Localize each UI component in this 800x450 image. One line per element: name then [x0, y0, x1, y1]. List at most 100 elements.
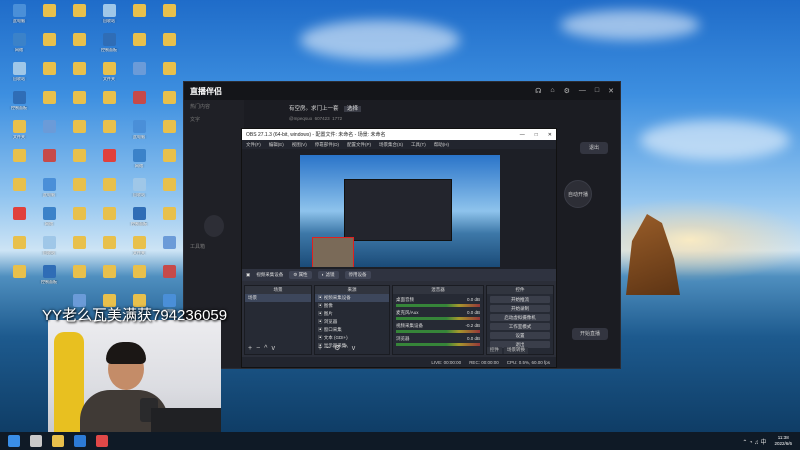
- preview-camera-source[interactable]: [312, 237, 354, 267]
- properties-button[interactable]: ⚙ 属性: [289, 271, 312, 279]
- desktop-icon[interactable]: [64, 4, 94, 34]
- desktop-icon[interactable]: 回收站: [34, 236, 64, 266]
- browser-icon[interactable]: [74, 435, 86, 447]
- desktop-icon[interactable]: [4, 149, 34, 179]
- desktop-icon[interactable]: 此电脑: [124, 120, 154, 150]
- desktop-icon[interactable]: 文件夹: [94, 62, 124, 92]
- desktop-icon[interactable]: [94, 265, 124, 295]
- desktop-icon[interactable]: [64, 207, 94, 237]
- source-item[interactable]: ▣ 窗口采集: [315, 326, 389, 334]
- source-item[interactable]: ▣ 文本 (GDI+): [315, 334, 389, 342]
- desktop-icon[interactable]: [64, 91, 94, 121]
- menu-item[interactable]: 文件(F): [246, 142, 261, 148]
- menu-item[interactable]: 配置文件(P): [347, 142, 371, 148]
- desktop-icon[interactable]: [64, 120, 94, 150]
- desktop-icon[interactable]: [94, 91, 124, 121]
- app-icon[interactable]: [96, 435, 108, 447]
- desktop-icon[interactable]: [94, 207, 124, 237]
- desktop-icon[interactable]: [154, 149, 184, 179]
- desktop-icon[interactable]: [154, 62, 184, 92]
- desktop-icon[interactable]: 控制面板: [94, 33, 124, 63]
- gift-icon[interactable]: ⌂: [550, 87, 554, 95]
- desktop-icon[interactable]: [34, 149, 64, 179]
- scene-item[interactable]: 场景: [245, 294, 311, 302]
- desktop-icon[interactable]: [34, 62, 64, 92]
- desktop-icon[interactable]: [4, 236, 34, 266]
- desktop-icon[interactable]: [34, 91, 64, 121]
- close-icon[interactable]: ✕: [608, 87, 614, 95]
- obs-preview[interactable]: [242, 149, 556, 269]
- desktop-icon[interactable]: [34, 33, 64, 63]
- desktop-icon[interactable]: [154, 207, 184, 237]
- control-button[interactable]: 开始推流: [490, 296, 550, 303]
- source-item[interactable]: ▣ 图片: [315, 310, 389, 318]
- desktop-icon[interactable]: [154, 265, 184, 295]
- clock[interactable]: 11:38 2022/6/6: [774, 435, 792, 447]
- desktop-icon[interactable]: [154, 4, 184, 34]
- desktop-icon[interactable]: [64, 236, 94, 266]
- search-icon[interactable]: [30, 435, 42, 447]
- auto-start-button[interactable]: 自动开播: [564, 180, 592, 208]
- control-button[interactable]: 开始录制: [490, 305, 550, 312]
- desktop-icon[interactable]: 网络: [34, 207, 64, 237]
- menu-item[interactable]: 帮助(H): [434, 142, 449, 148]
- minimize-icon[interactable]: —: [520, 132, 525, 138]
- desktop-icon[interactable]: 网络: [4, 33, 34, 63]
- tab-controls[interactable]: 控件: [487, 347, 502, 354]
- desktop-icon[interactable]: [64, 33, 94, 63]
- desktop-icon[interactable]: [124, 91, 154, 121]
- desktop-icon[interactable]: 回收站: [124, 178, 154, 208]
- desktop-icon[interactable]: [64, 62, 94, 92]
- deactivate-button[interactable]: 停用设备: [344, 271, 371, 279]
- desktop-icon[interactable]: [154, 178, 184, 208]
- desktop-icon[interactable]: [124, 265, 154, 295]
- desktop-icon[interactable]: 文件夹: [4, 120, 34, 150]
- desktop-icon[interactable]: [94, 236, 124, 266]
- desktop-icon[interactable]: [124, 4, 154, 34]
- desktop-icon[interactable]: [4, 178, 34, 208]
- desktop-icon[interactable]: [94, 178, 124, 208]
- headset-icon[interactable]: ☊: [535, 87, 541, 95]
- menu-item[interactable]: 场景集合(S): [379, 142, 403, 148]
- filters-button[interactable]: ◐ 滤镜: [317, 271, 339, 279]
- file-explorer-icon[interactable]: [52, 435, 64, 447]
- start-live-button[interactable]: 开始直播: [572, 328, 608, 340]
- sidebar-item-toolbox[interactable]: 工具箱: [184, 240, 211, 253]
- menu-item[interactable]: 工具(T): [411, 142, 426, 148]
- source-item[interactable]: ▣ 浏览器: [315, 318, 389, 326]
- maximize-icon[interactable]: □: [535, 132, 538, 138]
- desktop-icon[interactable]: 回收站: [4, 62, 34, 92]
- desktop-icon[interactable]: 网络: [124, 149, 154, 179]
- sidebar-item-hot[interactable]: 热门内容: [184, 100, 244, 113]
- desktop-icon[interactable]: [94, 149, 124, 179]
- desktop-icon[interactable]: [64, 178, 94, 208]
- exit-button[interactable]: 退出: [580, 142, 608, 154]
- source-toolbar[interactable]: +−⚙^v: [318, 344, 359, 352]
- desktop-icon[interactable]: [124, 62, 154, 92]
- desktop-icon[interactable]: [154, 236, 184, 266]
- desktop-icon[interactable]: [34, 120, 64, 150]
- control-button[interactable]: 启动虚拟摄像机: [490, 314, 550, 321]
- close-icon[interactable]: ✕: [548, 132, 552, 138]
- control-button[interactable]: 设置: [490, 332, 550, 339]
- desktop-icon[interactable]: 回收站: [94, 4, 124, 34]
- source-item[interactable]: ▣ 图像: [315, 302, 389, 310]
- volume-meter[interactable]: [396, 330, 480, 333]
- start-button[interactable]: [8, 435, 20, 447]
- scene-toolbar[interactable]: +−^v: [248, 345, 279, 352]
- desktop-icon[interactable]: 文件夹: [124, 236, 154, 266]
- volume-meter[interactable]: [396, 304, 480, 307]
- desktop-icon[interactable]: [4, 207, 34, 237]
- desktop-icon[interactable]: [154, 91, 184, 121]
- volume-meter[interactable]: [396, 343, 480, 346]
- desktop-icon[interactable]: [124, 33, 154, 63]
- volume-meter[interactable]: [396, 317, 480, 320]
- desktop-icon[interactable]: [154, 33, 184, 63]
- menu-item[interactable]: 编辑(E): [269, 142, 284, 148]
- menu-item[interactable]: 停靠部件(D): [315, 142, 339, 148]
- control-button[interactable]: 工作室模式: [490, 323, 550, 330]
- desktop-icon[interactable]: 此电脑: [34, 178, 64, 208]
- desktop-icon[interactable]: 控制面板: [4, 91, 34, 121]
- desktop-icon[interactable]: [64, 265, 94, 295]
- tool-icon[interactable]: [204, 215, 224, 237]
